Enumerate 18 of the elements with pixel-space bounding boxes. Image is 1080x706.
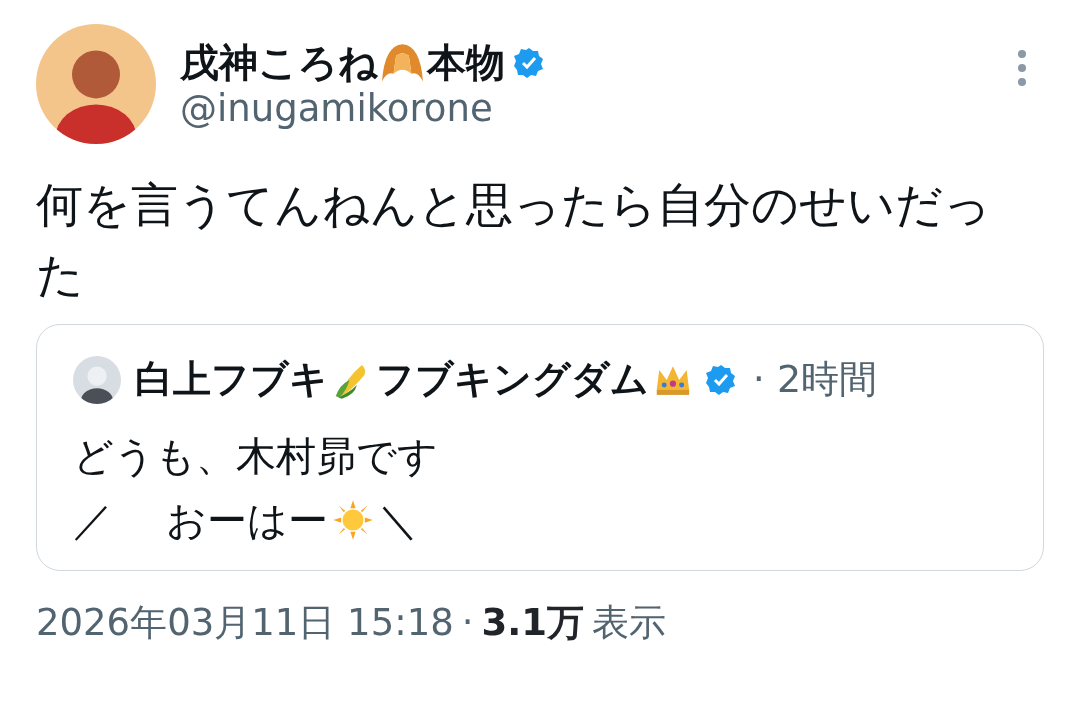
quoted-author-name: フブキングダム — [375, 356, 649, 403]
quoted-tweet[interactable]: 白上フブキ フブキングダム · 2時間 どうも、木村昴です ／ おーはー ＼ — [36, 324, 1044, 571]
more-icon[interactable] — [1016, 48, 1028, 88]
croissant-icon — [382, 42, 423, 84]
post-time: · 2時間 — [752, 356, 878, 403]
separator: · — [461, 600, 474, 646]
author-name: 戌神ころね — [180, 40, 378, 87]
view-count: 3.1万 — [481, 600, 585, 646]
quoted-text: ＼ — [377, 496, 418, 545]
avatar — [73, 355, 121, 404]
tweet-text: 何を言うてんねんと思ったら自分のせいだった — [36, 176, 992, 304]
post-date[interactable]: 2026年03月11日 15:18 — [36, 595, 454, 651]
quoted-text: ／ おーはー — [73, 496, 328, 545]
author-handle[interactable]: @inugamikorone — [180, 86, 1016, 132]
quoted-author-name: 白上フブキ — [135, 356, 328, 403]
quoted-text: どうも、木村昴です — [73, 432, 438, 481]
views-label: 表示 — [592, 600, 667, 646]
author-name: 本物 — [426, 40, 505, 87]
